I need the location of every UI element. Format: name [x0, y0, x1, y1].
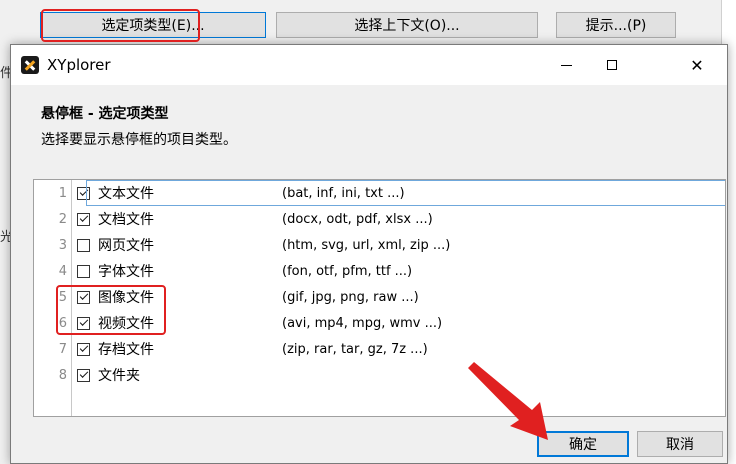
arrow-shape [468, 362, 548, 440]
red-arrow-annotation [468, 362, 548, 440]
